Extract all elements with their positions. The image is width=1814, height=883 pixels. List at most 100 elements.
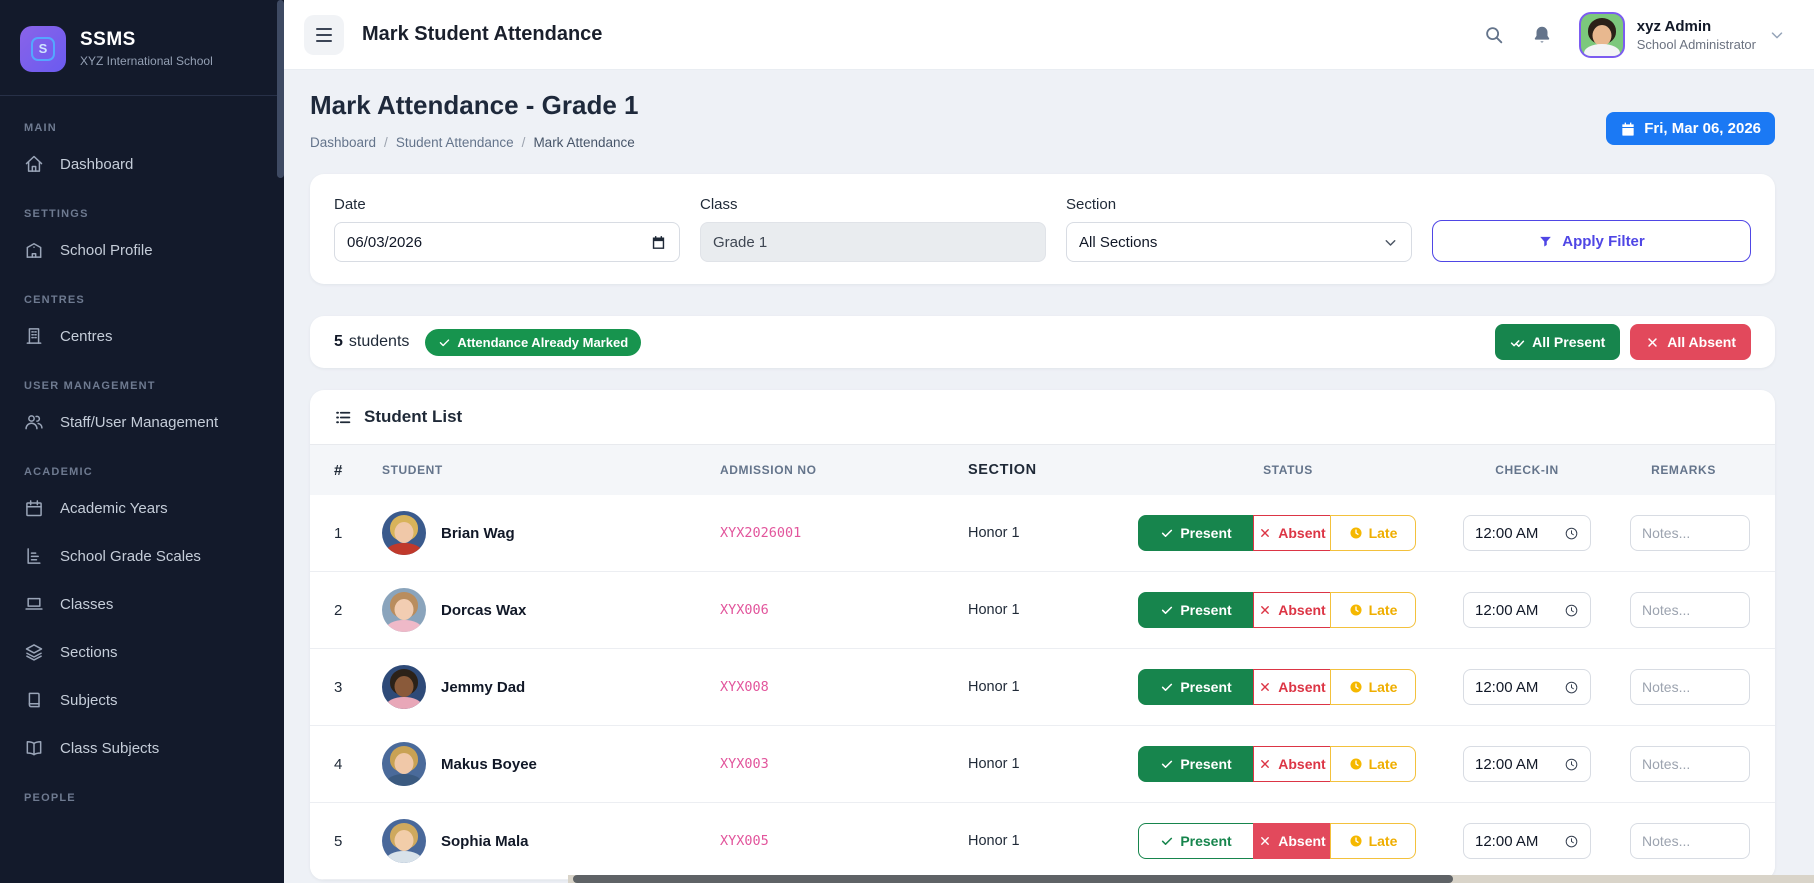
student-avatar [382, 665, 426, 709]
row-number: 3 [334, 678, 343, 696]
header-title: Mark Student Attendance [362, 23, 603, 45]
breadcrumb: Dashboard / Student Attendance / Mark Attend… [310, 135, 638, 150]
sidebar-item-school-profile[interactable]: School Profile [0, 226, 284, 274]
table-row: 3 Jemmy Dad XYX008 Honor 1 Present Absen… [310, 649, 1775, 726]
clock-icon [1350, 758, 1362, 770]
user-menu[interactable]: xyz Admin School Administrator [1578, 11, 1786, 58]
absent-button[interactable]: Absent [1253, 746, 1331, 782]
column-header: REMARKS [1651, 463, 1716, 477]
section-value: Honor 1 [968, 602, 1020, 618]
remarks-input[interactable] [1630, 746, 1750, 782]
checkin-time-input[interactable]: 12:00 AM [1463, 515, 1591, 551]
present-button[interactable]: Present [1138, 592, 1254, 628]
all-absent-button[interactable]: All Absent [1630, 324, 1751, 360]
sidebar-item-class-subjects[interactable]: Class Subjects [0, 724, 284, 772]
admission-number: XYX005 [720, 833, 769, 849]
breadcrumb-item: Mark Attendance [533, 135, 635, 150]
absent-button[interactable]: Absent [1253, 515, 1331, 551]
check-icon [1162, 529, 1173, 537]
late-button[interactable]: Late [1330, 592, 1416, 628]
present-button[interactable]: Present [1138, 669, 1254, 705]
checkin-time-input[interactable]: 12:00 AM [1463, 746, 1591, 782]
sidebar-item-classes[interactable]: Classes [0, 580, 284, 628]
late-button[interactable]: Late [1330, 746, 1416, 782]
search-icon[interactable] [1483, 24, 1505, 46]
remarks-input[interactable] [1630, 823, 1750, 859]
filter-funnel-icon [1540, 236, 1552, 246]
present-button[interactable]: Present [1138, 746, 1254, 782]
admission-number: XYX2026001 [720, 525, 802, 541]
student-count: 5 [334, 333, 343, 350]
section-select[interactable]: All Sections [1066, 222, 1412, 262]
student-name: Jemmy Dad [441, 678, 526, 696]
notifications-bell-icon[interactable] [1531, 24, 1553, 46]
topbar: Mark Student Attendance xyz Admin School… [284, 0, 1814, 70]
sidebar-scrollbar[interactable] [277, 0, 284, 178]
section-label: Section [1066, 196, 1117, 213]
checkin-time-input[interactable]: 12:00 AM [1463, 823, 1591, 859]
clock-icon [1350, 835, 1362, 847]
student-name: Makus Boyee [441, 755, 537, 773]
remarks-input[interactable] [1630, 515, 1750, 551]
clock-icon [1350, 604, 1362, 616]
check-icon [1162, 837, 1173, 845]
sidebar-section-label: SETTINGS [24, 208, 89, 220]
x-icon [1261, 606, 1270, 614]
horizontal-scrollbar-thumb[interactable] [573, 875, 1453, 883]
scales-icon [27, 548, 41, 564]
sidebar-item-label: Classes [60, 595, 114, 613]
book-icon [28, 692, 40, 708]
late-button[interactable]: Late [1330, 669, 1416, 705]
menu-toggle-button[interactable] [304, 14, 344, 55]
remarks-input[interactable] [1630, 669, 1750, 705]
present-button[interactable]: Present [1138, 823, 1254, 859]
sidebar-item-academic-years[interactable]: Academic Years [0, 484, 284, 532]
date-input[interactable]: 06/03/2026 [334, 222, 680, 262]
sidebar-item-school-grade-scales[interactable]: School Grade Scales [0, 532, 284, 580]
sidebar: S SSMS XYZ International School MAIN Dash… [0, 0, 284, 883]
late-button[interactable]: Late [1330, 823, 1416, 859]
sidebar-item-subjects[interactable]: Subjects [0, 676, 284, 724]
all-present-button[interactable]: All Present [1495, 324, 1621, 360]
column-header: STATUS [1263, 463, 1313, 477]
late-button[interactable]: Late [1330, 515, 1416, 551]
clock-icon [1565, 758, 1578, 770]
checkin-time-input[interactable]: 12:00 AM [1463, 592, 1591, 628]
remarks-input[interactable] [1630, 592, 1750, 628]
absent-button[interactable]: Absent [1253, 823, 1331, 859]
student-avatar [382, 742, 426, 786]
admission-number: XYX008 [720, 679, 769, 695]
list-title: Student List [364, 407, 463, 426]
chevron-down-icon [1771, 31, 1783, 38]
student-name: Brian Wag [441, 524, 515, 542]
section-value: Honor 1 [968, 833, 1020, 849]
apply-filter-button[interactable]: Apply Filter [1432, 220, 1751, 262]
sidebar-item-label: Academic Years [60, 499, 168, 517]
absent-button[interactable]: Absent [1253, 592, 1331, 628]
breadcrumb-item[interactable]: Dashboard [310, 135, 376, 150]
page-title: Mark Attendance - Grade 1 [310, 90, 639, 120]
clock-icon [1565, 681, 1578, 693]
table-row: 1 Brian Wag XYX2026001 Honor 1 Present A… [310, 495, 1775, 572]
table-row: 4 Makus Boyee XYX003 Honor 1 Present Abs… [310, 726, 1775, 803]
absent-button[interactable]: Absent [1253, 669, 1331, 705]
student-avatar [382, 819, 426, 863]
x-icon [1261, 529, 1270, 537]
sidebar-item-centres[interactable]: Centres [0, 312, 284, 360]
sidebar-item-staff-user-management[interactable]: Staff/User Management [0, 398, 284, 446]
status-toggle-group: Present Absent Late [1138, 823, 1438, 859]
present-button[interactable]: Present [1138, 515, 1254, 551]
sidebar-item-label: Class Subjects [60, 739, 160, 757]
horizontal-scrollbar[interactable] [568, 875, 1814, 883]
check-icon [1162, 760, 1173, 768]
checkin-time-input[interactable]: 12:00 AM [1463, 669, 1591, 705]
sidebar-item-dashboard[interactable]: Dashboard [0, 140, 284, 188]
check-icon [440, 338, 450, 346]
section-value: Honor 1 [968, 679, 1020, 695]
date-badge[interactable]: Fri, Mar 06, 2026 [1606, 112, 1775, 145]
breadcrumb-item[interactable]: Student Attendance [396, 135, 514, 150]
student-avatar [382, 511, 426, 555]
clock-icon [1350, 527, 1362, 539]
sidebar-item-sections[interactable]: Sections [0, 628, 284, 676]
brand: S SSMS XYZ International School [0, 0, 284, 96]
